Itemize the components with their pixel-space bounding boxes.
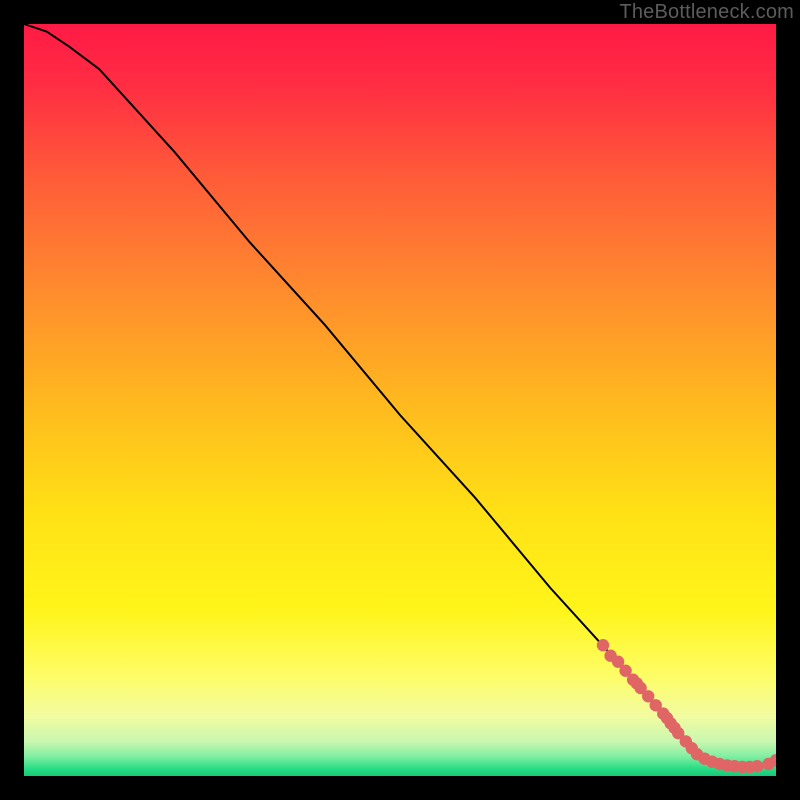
data-marker (751, 760, 763, 772)
data-marker (597, 639, 609, 651)
bottleneck-curve (24, 24, 776, 767)
watermark-text: TheBottleneck.com (619, 1, 794, 24)
chart-frame (24, 24, 776, 776)
chart-svg (24, 24, 776, 776)
data-markers (597, 639, 776, 773)
